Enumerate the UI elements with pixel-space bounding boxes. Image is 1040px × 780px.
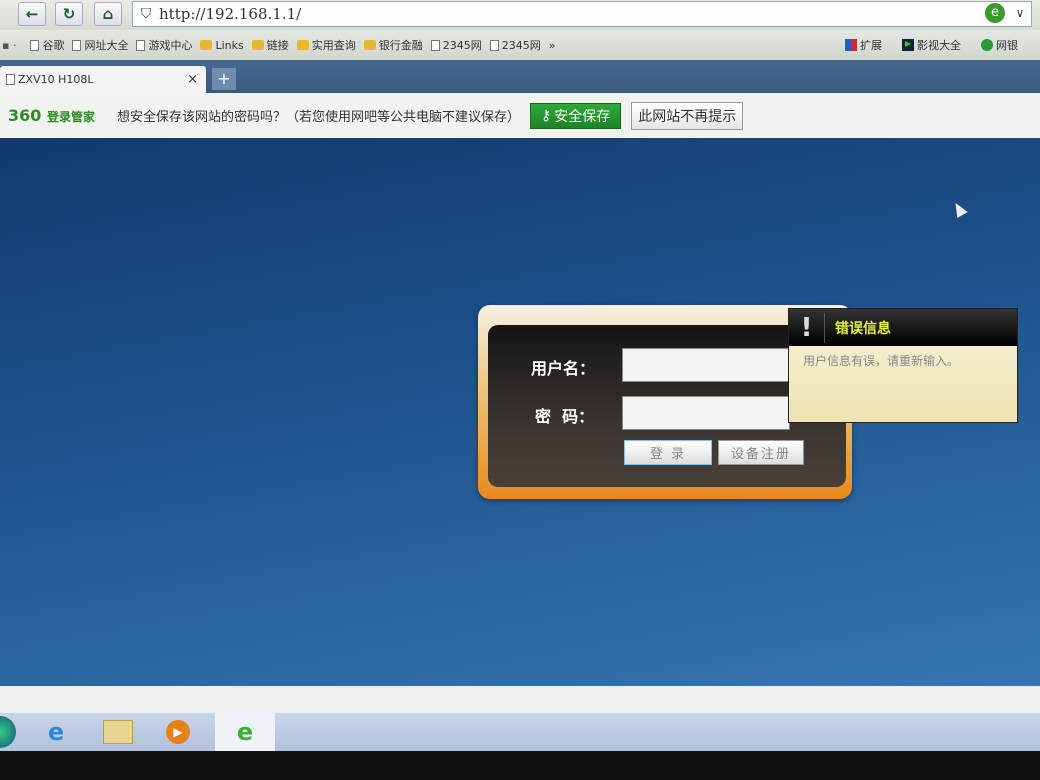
password-label: 密 码： xyxy=(535,407,595,426)
bookmark-label: 谷歌 xyxy=(42,39,65,52)
360-logo: 360 登录管家 xyxy=(8,106,95,125)
page-icon xyxy=(489,39,499,51)
tab-active[interactable]: ZXV10 H108L × xyxy=(0,66,206,93)
shield-icon xyxy=(981,39,993,51)
bookmark-label: 游戏中心 xyxy=(148,39,193,52)
password-save-bar: 360 登录管家 想安全保存该网站的密码吗？（若您使用网吧等公共电脑不建议保存）… xyxy=(0,93,1040,138)
tool-label: 网银 xyxy=(996,39,1018,52)
page-icon xyxy=(6,74,15,85)
bookmark-label: 银行金融 xyxy=(378,39,423,52)
bookmark-item[interactable]: 谷歌 xyxy=(30,37,64,53)
bookmark-item[interactable]: Links xyxy=(200,38,244,52)
bookmark-label: Links xyxy=(215,38,244,52)
360-browser-icon[interactable]: e xyxy=(215,713,275,751)
tool-label: 扩展 xyxy=(860,39,882,52)
page-icon xyxy=(30,39,40,51)
bookmark-item[interactable]: 2345网 xyxy=(489,37,541,53)
page-icon xyxy=(72,39,82,51)
username-input[interactable] xyxy=(622,348,790,382)
start-orb-icon[interactable] xyxy=(0,713,22,751)
safe-save-button[interactable]: ⚷ 安全保存 xyxy=(530,102,622,129)
home-icon[interactable]: ⌂ xyxy=(94,2,122,26)
page-icon xyxy=(136,39,146,51)
bookmark-label: 实用查询 xyxy=(311,39,356,52)
bookmark-item[interactable]: 网址大全 xyxy=(72,37,128,53)
address-bar[interactable]: ⛉ http://192.168.1.1/ xyxy=(132,1,1032,27)
media-player-icon[interactable]: ▶ xyxy=(148,713,208,751)
never-remind-button[interactable]: 此网站不再提示 xyxy=(631,101,744,130)
bookmark-label: 网址大全 xyxy=(84,39,129,52)
url-text[interactable]: http://192.168.1.1/ xyxy=(159,5,301,23)
folder-icon xyxy=(296,40,309,50)
bookmark-item[interactable]: 银行金融 xyxy=(363,37,423,53)
tab-title: ZXV10 H108L xyxy=(18,73,94,86)
page-icon xyxy=(430,39,440,51)
password-input[interactable] xyxy=(622,396,790,430)
internet-explorer-icon[interactable]: e xyxy=(26,713,86,751)
tool-label: 影视大全 xyxy=(917,39,961,52)
exclamation-icon: ! xyxy=(789,312,825,343)
back-icon[interactable]: ← xyxy=(18,2,46,26)
new-tab-button[interactable]: + xyxy=(212,68,236,90)
bookmark-item[interactable]: 实用查询 xyxy=(296,37,356,53)
extensions-icon xyxy=(845,39,857,51)
extensions-button[interactable]: 扩展 xyxy=(845,37,882,53)
username-label: 用户名： xyxy=(531,359,596,378)
bookmark-label: 2345网 xyxy=(501,39,541,52)
bank-button[interactable]: 网银 xyxy=(981,37,1018,53)
bookmark-label: 链接 xyxy=(266,39,289,52)
refresh-icon[interactable]: ↻ xyxy=(55,2,83,26)
navigation-bar: ← ↻ ⌂ ⛉ http://192.168.1.1/ e ∨ xyxy=(0,0,1040,30)
key-icon: ⚷ xyxy=(541,107,552,124)
bookmark-item[interactable]: 2345网 xyxy=(430,37,482,53)
play-icon: ▶ xyxy=(902,39,914,51)
browser-engine-icon[interactable]: e xyxy=(985,3,1005,23)
folder-icon xyxy=(200,40,213,50)
shield-icon: ⛉ xyxy=(140,6,152,22)
bookmarks-bar: ▪ · 谷歌 网址大全 游戏中心 Links 链接 实用查询 银行金融 2345… xyxy=(0,30,1040,60)
folder-icon xyxy=(251,40,264,50)
device-register-button[interactable]: 设备注册 xyxy=(718,440,804,465)
close-icon[interactable]: × xyxy=(187,72,198,87)
error-message: 用户信息有误，请重新输入。 xyxy=(803,354,960,368)
folder-icon xyxy=(363,40,376,50)
bookmark-item[interactable]: 链接 xyxy=(251,37,289,53)
chevron-down-icon[interactable]: ∨ xyxy=(1010,2,1030,24)
login-button[interactable]: 登 录 xyxy=(624,440,712,465)
status-bar xyxy=(0,686,1040,713)
bookmark-item[interactable]: 游戏中心 xyxy=(136,37,192,53)
error-title: 错误信息 xyxy=(835,320,891,337)
error-tooltip: ! 错误信息 用户信息有误，请重新输入。 xyxy=(788,308,1018,423)
video-button[interactable]: ▶ 影视大全 xyxy=(902,37,961,53)
file-explorer-icon[interactable] xyxy=(88,713,148,751)
save-prompt: 想安全保存该网站的密码吗？（若您使用网吧等公共电脑不建议保存） xyxy=(117,110,521,125)
bookmarks-more-button[interactable]: » xyxy=(549,39,556,52)
bookmark-label: 2345网 xyxy=(442,39,482,52)
